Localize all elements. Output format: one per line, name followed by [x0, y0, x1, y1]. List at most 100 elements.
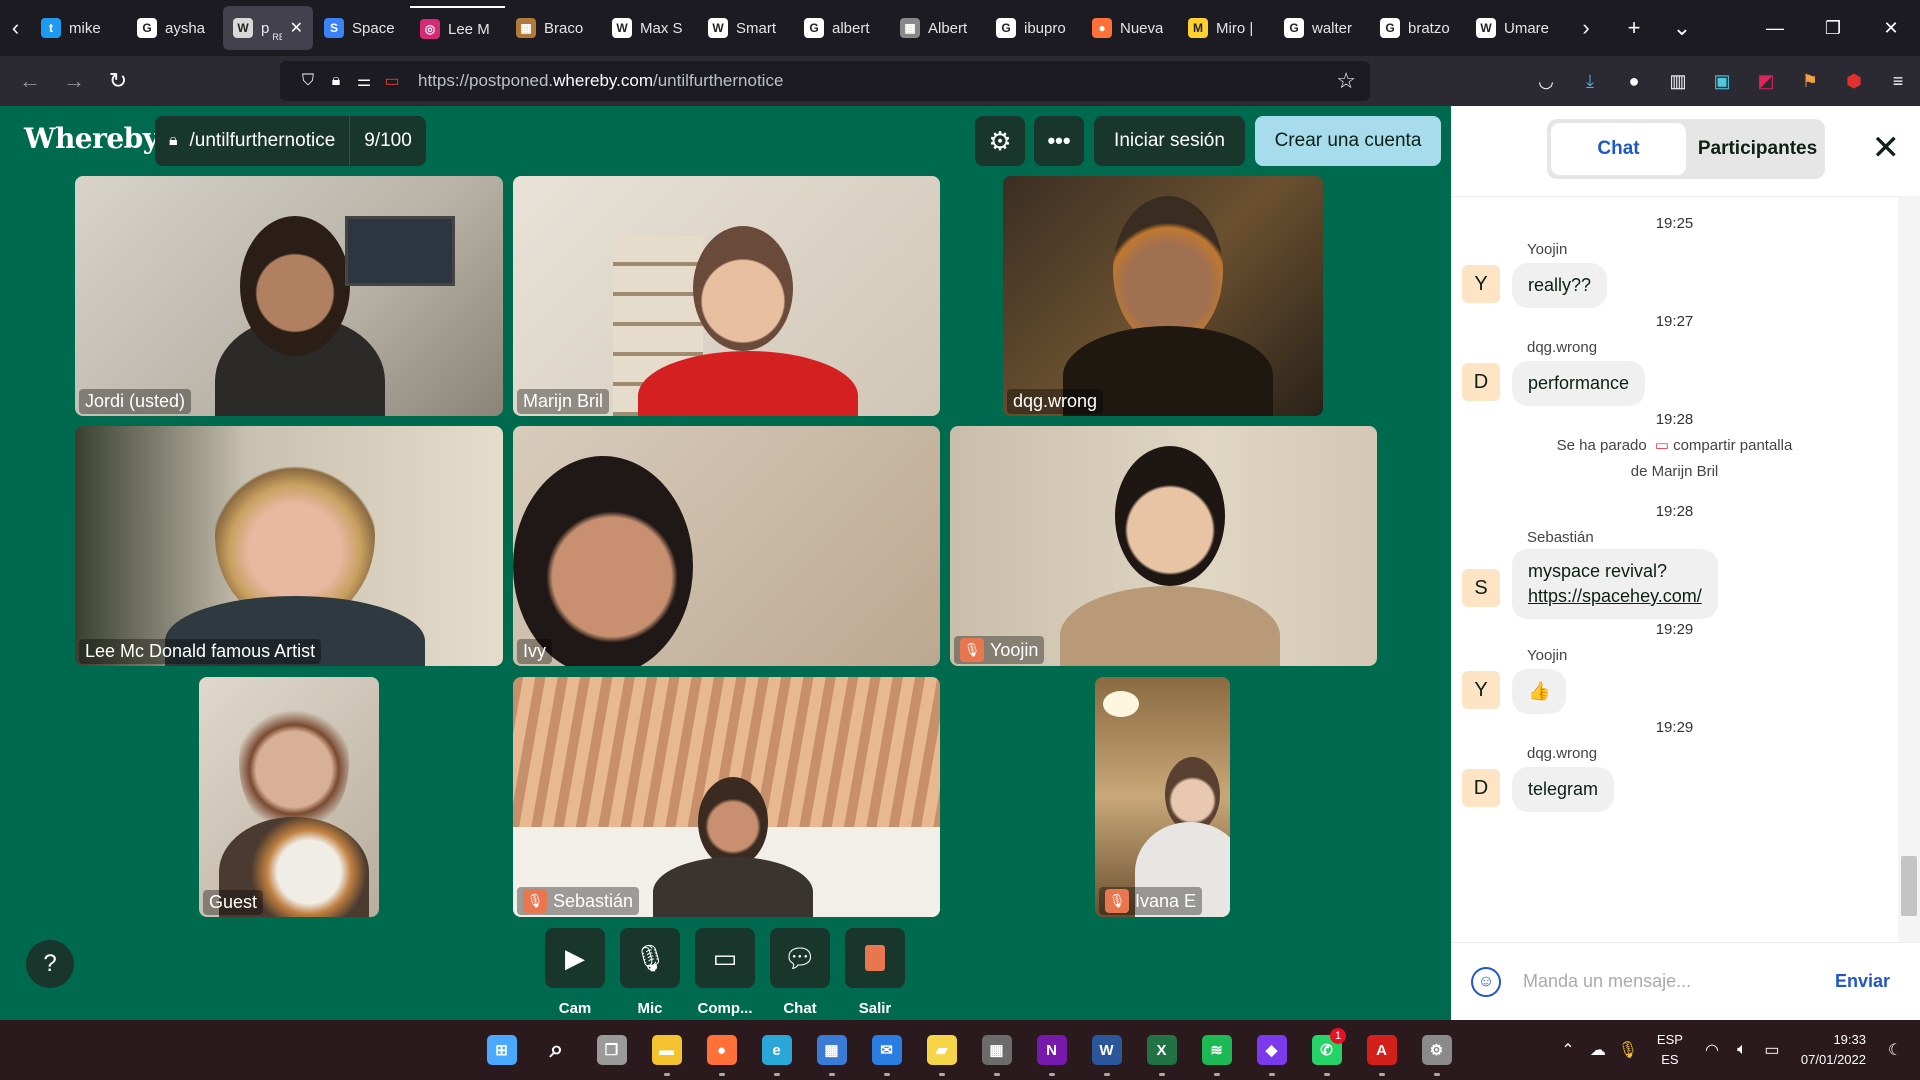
- send-button[interactable]: Enviar: [1835, 971, 1890, 992]
- downloads-icon[interactable]: ⤓: [1568, 61, 1612, 101]
- taskbar-app[interactable]: X: [1134, 1020, 1189, 1080]
- browser-tab[interactable]: ▦ Braco: [506, 6, 601, 50]
- browser-tab[interactable]: Galbert: [794, 6, 889, 50]
- address-bar[interactable]: ⛉ 🔒︎ ⚌ ▭ https://postponed.whereby.com/u…: [280, 61, 1370, 101]
- screen-share-control[interactable]: ▭ Comp...: [695, 928, 755, 1017]
- taskbar-app[interactable]: ◆: [1244, 1020, 1299, 1080]
- browser-tab[interactable]: W Max S: [602, 6, 697, 50]
- taskbar-app[interactable]: ❐: [584, 1020, 639, 1080]
- onedrive-icon[interactable]: ☁: [1583, 1040, 1613, 1060]
- browser-tab[interactable]: Gibupro: [986, 6, 1081, 50]
- minimize-window-icon[interactable]: —: [1746, 0, 1804, 56]
- screen-sharing-indicator-icon[interactable]: ▭: [378, 71, 406, 91]
- extension-icon[interactable]: ◩: [1744, 61, 1788, 101]
- lock-icon[interactable]: 🔒︎: [322, 72, 350, 90]
- bookmark-star-icon[interactable]: ☆: [1336, 68, 1356, 94]
- browser-tab[interactable]: W Umare: [1466, 6, 1561, 50]
- menu-icon[interactable]: ≡: [1876, 61, 1920, 101]
- forward-icon[interactable]: →: [52, 61, 96, 101]
- list-all-tabs-icon[interactable]: ⌄: [1658, 0, 1706, 56]
- tab-list-left-icon[interactable]: ‹: [0, 0, 31, 56]
- video-tile[interactable]: Jordi (usted): [75, 176, 503, 416]
- taskbar-app[interactable]: ⊞: [474, 1020, 529, 1080]
- chat-message-list[interactable]: 19:25 Yoojin Y really?? 19:27 dqg.wrong …: [1451, 196, 1898, 942]
- chat-icon[interactable]: 💬︎: [770, 928, 830, 988]
- room-info-bar[interactable]: 🔒︎ /untilfurthernotice 9/100: [155, 116, 426, 166]
- camera-icon[interactable]: ▶︎: [545, 928, 605, 988]
- browser-tab[interactable]: t mike: [31, 6, 126, 50]
- close-window-icon[interactable]: ✕: [1862, 0, 1920, 56]
- video-tile[interactable]: dqg.wrong: [1003, 176, 1323, 416]
- clock[interactable]: 19:33 07/01/2022: [1801, 1030, 1866, 1070]
- battery-icon[interactable]: ▭: [1757, 1040, 1787, 1060]
- chat-scrollbar-thumb[interactable]: [1901, 856, 1917, 916]
- taskbar-app[interactable]: ⌕: [529, 1020, 584, 1080]
- video-tile[interactable]: 🎙︎ Ivana E: [1095, 677, 1230, 917]
- taskbar-app[interactable]: ▦: [969, 1020, 1024, 1080]
- taskbar-app[interactable]: e: [749, 1020, 804, 1080]
- browser-tab[interactable]: Gwalter: [1274, 6, 1369, 50]
- close-tab-icon[interactable]: ✕: [290, 18, 303, 38]
- video-tile[interactable]: Lee Mc Donald famous Artist: [75, 426, 503, 666]
- browser-tab[interactable]: Gaysha: [127, 6, 222, 50]
- restore-window-icon[interactable]: ❐: [1804, 0, 1862, 56]
- tab-scroll-right-icon[interactable]: ›: [1562, 0, 1610, 56]
- taskbar-app[interactable]: W: [1079, 1020, 1134, 1080]
- message-link[interactable]: https://spacehey.com/: [1528, 586, 1702, 606]
- taskbar-app[interactable]: ▰: [914, 1020, 969, 1080]
- microphone-icon[interactable]: 🎙︎: [620, 928, 680, 988]
- camera-control[interactable]: ▶︎ Cam: [545, 928, 605, 1017]
- microphone-control[interactable]: 🎙︎ Mic: [620, 928, 680, 1017]
- video-tile[interactable]: 🎙︎ Sebastián: [513, 677, 940, 917]
- video-tile[interactable]: Ivy: [513, 426, 940, 666]
- signup-button[interactable]: Crear una cuenta: [1255, 116, 1441, 166]
- tab-chat[interactable]: Chat: [1550, 122, 1687, 176]
- emoji-picker-icon[interactable]: ☺: [1471, 966, 1501, 997]
- taskbar-app[interactable]: N: [1024, 1020, 1079, 1080]
- taskbar-app[interactable]: A: [1354, 1020, 1409, 1080]
- library-icon[interactable]: ▥: [1656, 61, 1700, 101]
- browser-tab[interactable]: WposREPL ✕: [223, 6, 313, 50]
- taskbar-app[interactable]: ✉: [859, 1020, 914, 1080]
- tracking-protection-icon[interactable]: ⛉: [294, 72, 322, 90]
- video-tile[interactable]: Guest: [199, 677, 379, 917]
- back-icon[interactable]: ←: [8, 61, 52, 101]
- more-options-button[interactable]: •••: [1034, 116, 1084, 166]
- whereby-logo[interactable]: Whereby: [24, 122, 159, 155]
- browser-tab[interactable]: ◎ Lee M: [410, 6, 505, 50]
- taskbar-app[interactable]: ▬: [639, 1020, 694, 1080]
- taskbar-app[interactable]: ●: [694, 1020, 749, 1080]
- close-icon[interactable]: ✕: [1872, 128, 1901, 168]
- browser-tab[interactable]: M Miro |: [1178, 6, 1273, 50]
- video-tile[interactable]: 🎙︎ Yoojin: [950, 426, 1377, 666]
- permissions-icon[interactable]: ⚌: [350, 71, 378, 91]
- volume-icon[interactable]: 🔈︎: [1727, 1041, 1757, 1059]
- show-hidden-icons-icon[interactable]: ⌃: [1553, 1040, 1583, 1060]
- url-text[interactable]: https://postponed.whereby.com/untilfurth…: [418, 71, 783, 91]
- taskbar-app[interactable]: ▦: [804, 1020, 859, 1080]
- browser-tab[interactable]: W Smart: [698, 6, 793, 50]
- message-input[interactable]: Manda un mensaje...: [1523, 971, 1691, 992]
- chat-control[interactable]: 💬︎ Chat: [770, 928, 830, 1017]
- notification-icon[interactable]: ☾: [1880, 1040, 1910, 1060]
- browser-tab[interactable]: ● Nueva: [1082, 6, 1177, 50]
- chat-scrollbar[interactable]: [1898, 196, 1920, 942]
- browser-tab[interactable]: Gbratzo: [1370, 6, 1465, 50]
- help-button[interactable]: ?: [26, 940, 74, 988]
- tab-participants[interactable]: Participantes: [1690, 119, 1825, 179]
- account-icon[interactable]: ●: [1612, 61, 1656, 101]
- browser-tab[interactable]: ▦ Albert: [890, 6, 985, 50]
- save-extension-icon[interactable]: ▣: [1700, 61, 1744, 101]
- pocket-icon[interactable]: ◡: [1524, 61, 1568, 101]
- leave-icon[interactable]: [845, 928, 905, 988]
- browser-tab[interactable]: S Space: [314, 6, 409, 50]
- screen-share-icon[interactable]: ▭: [695, 928, 755, 988]
- language-indicator[interactable]: ESP ES: [1657, 1030, 1683, 1070]
- taskbar-app[interactable]: ⚙: [1409, 1020, 1464, 1080]
- new-tab-icon[interactable]: +: [1610, 0, 1658, 56]
- login-button[interactable]: Iniciar sesión: [1094, 116, 1245, 166]
- extension-badge-icon[interactable]: ⚑: [1788, 61, 1832, 101]
- leave-control[interactable]: Salir: [845, 928, 905, 1017]
- taskbar-app[interactable]: ≋: [1189, 1020, 1244, 1080]
- wifi-icon[interactable]: ◠: [1697, 1040, 1727, 1060]
